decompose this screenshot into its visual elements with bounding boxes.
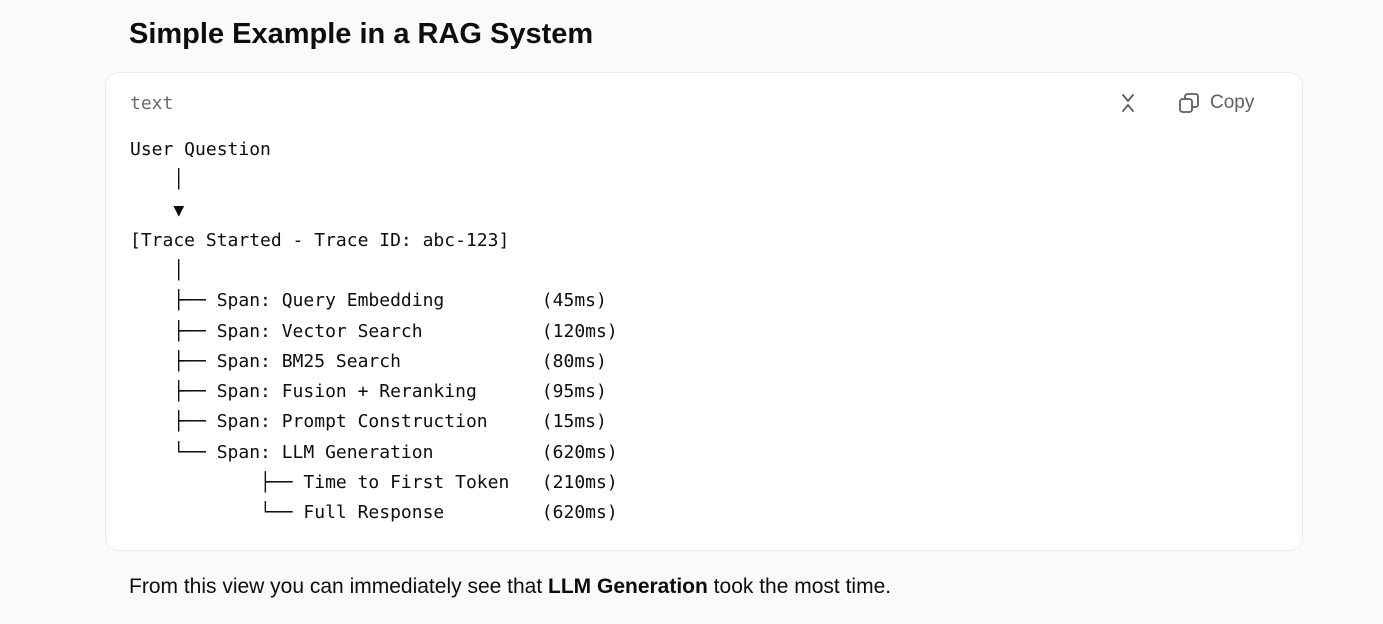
copy-button[interactable]: Copy [1178,90,1254,116]
collapse-chevrons-icon [1122,94,1134,112]
code-line: │ [130,260,185,281]
code-line: ▼ [130,199,185,221]
code-line: ├── Span: Vector Search (120ms) [130,320,618,342]
copy-button-label: Copy [1210,92,1255,113]
code-language-label: text [130,93,174,114]
code-line: [Trace Started - Trace ID: abc-123] [130,229,510,251]
summary-text-after: took the most time. [707,575,892,598]
code-line: │ [130,169,185,191]
code-line: ├── Span: Fusion + Reranking (95ms) [130,381,607,402]
summary-paragraph: From this view you can immediately see t… [129,571,891,603]
code-line: ├── Span: BM25 Search (80ms) [130,350,607,372]
copy-icon [1179,93,1199,113]
code-block: text Copy User Question │ ▼ [Trace Starte… [105,72,1303,551]
code-line: User Question [130,139,271,160]
collapse-button[interactable] [1116,91,1140,115]
summary-emphasis: LLM Generation [548,575,708,598]
code-content: User Question │ ▼ [Trace Started - Trace … [130,135,618,528]
code-line: └── Span: LLM Generation (620ms) [130,441,618,463]
code-line: ├── Span: Query Embedding (45ms) [130,290,607,312]
summary-text-before: From this view you can immediately see t… [129,575,548,598]
code-line: ├── Time to First Token (210ms) [130,471,618,493]
code-line: ├── Span: Prompt Construction (15ms) [130,411,607,433]
section-heading: Simple Example in a RAG System [129,18,594,50]
code-line: └── Full Response (620ms) [130,502,618,523]
